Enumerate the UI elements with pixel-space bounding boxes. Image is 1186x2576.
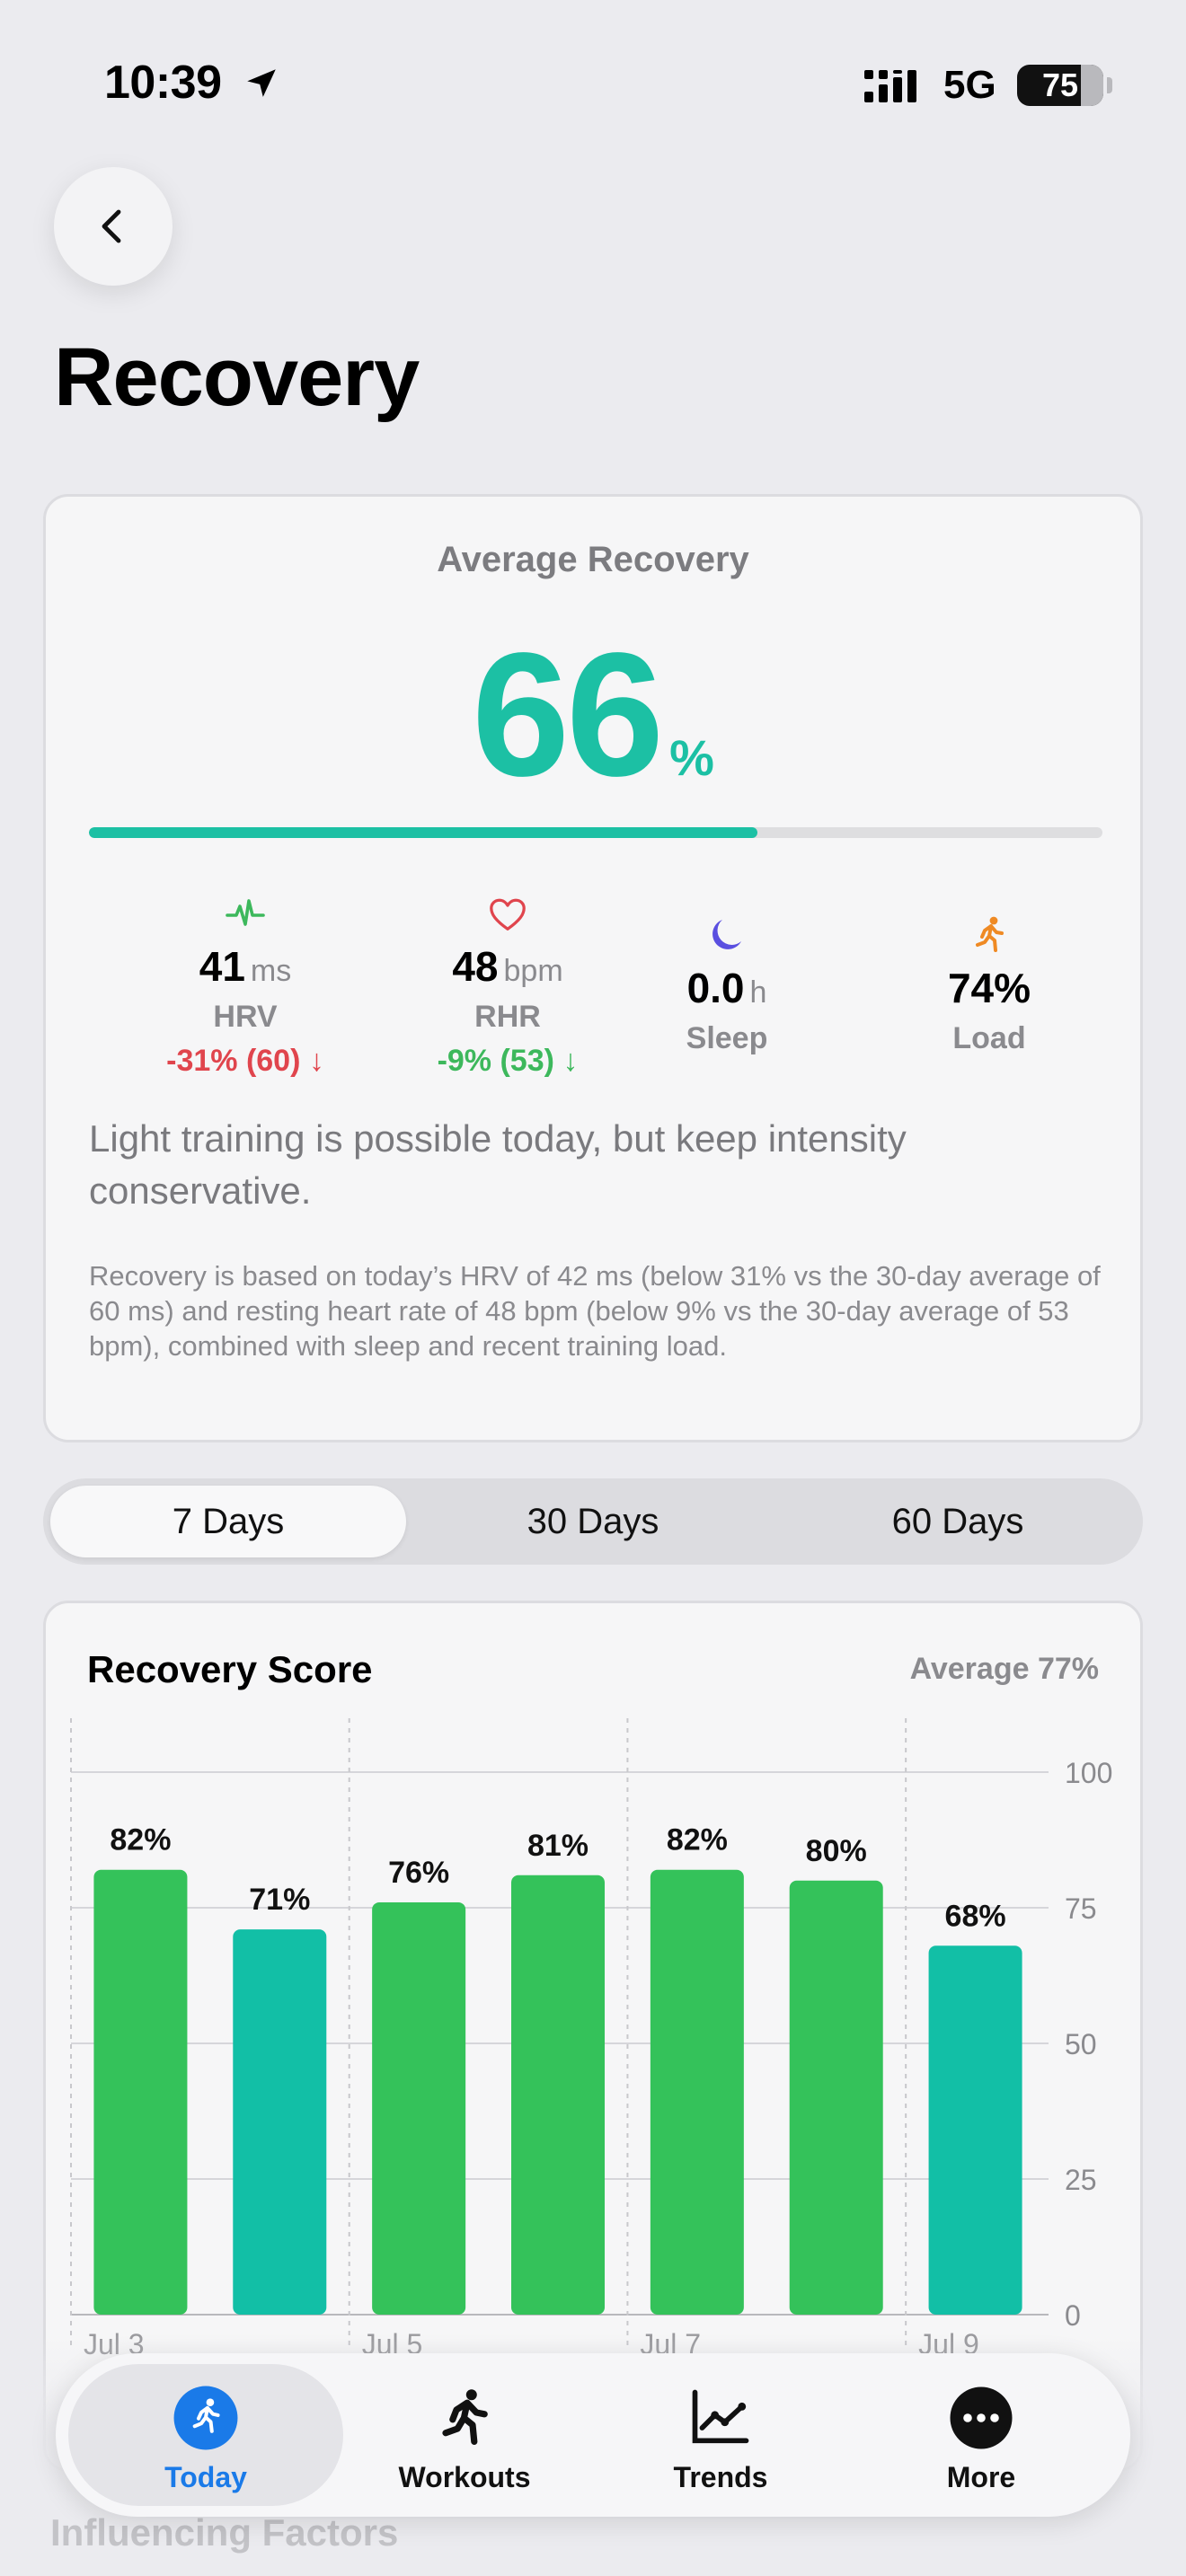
- bar: [511, 1875, 605, 2315]
- tab-workouts[interactable]: Workouts: [361, 2364, 568, 2506]
- tab-bar: Today Workouts Trends More: [56, 2353, 1130, 2517]
- tab-more-label: More: [946, 2461, 1016, 2493]
- trend-chart-icon: [692, 2389, 749, 2444]
- hrv-label: HRV: [213, 1000, 278, 1034]
- more-icon: [950, 2386, 1013, 2449]
- bar-value-label: 82%: [667, 1823, 728, 1857]
- status-time: 10:39: [104, 57, 222, 109]
- back-button[interactable]: [54, 167, 173, 286]
- tab-today-label: Today: [164, 2461, 247, 2493]
- rhr-value: 48: [452, 943, 499, 990]
- bar: [928, 1945, 1022, 2315]
- average-recovery-card: Average Recovery 66% 41 ms HRV -31% (60) …: [43, 494, 1143, 1442]
- sleep-label: Sleep: [686, 1021, 768, 1055]
- location-arrow-icon: [247, 69, 276, 97]
- heartbeat-icon: [226, 899, 265, 926]
- bar: [233, 1929, 327, 2315]
- recovery-explanation: Recovery is based on today’s HRV of 42 m…: [89, 1260, 1101, 1362]
- battery-icon: 75: [1017, 65, 1103, 106]
- sleep-value: 0.0: [686, 965, 745, 1011]
- tab-60-days[interactable]: 60 Days: [780, 1486, 1136, 1557]
- network-label: 5G: [943, 63, 996, 107]
- hrv-unit: ms: [250, 954, 292, 988]
- signal-icon: [864, 70, 916, 102]
- metric-sleep: 0.0 h Sleep: [610, 906, 844, 1056]
- page-title: Recovery: [54, 331, 420, 423]
- tab-7-days[interactable]: 7 Days: [50, 1486, 406, 1557]
- bar-value-label: 71%: [249, 1883, 310, 1917]
- recovery-unit: %: [669, 729, 714, 786]
- chevron-left-icon: [102, 209, 121, 243]
- recovery-bar-chart: 0255075100Jul 3Jul 5Jul 7Jul 982%71%76%8…: [70, 1718, 1112, 2360]
- recovery-progress-fill: [89, 827, 758, 838]
- y-tick-label: 0: [1065, 2299, 1081, 2332]
- tab-workouts-label: Workouts: [398, 2461, 531, 2493]
- hrv-delta: -31% (60) ↓: [166, 1044, 324, 1078]
- tab-30-days[interactable]: 30 Days: [415, 1486, 771, 1557]
- metric-hrv: 41 ms HRV -31% (60) ↓: [128, 885, 362, 1079]
- rhr-label: RHR: [474, 1000, 541, 1034]
- metric-load: 74% Load: [872, 906, 1106, 1056]
- load-value: 74%: [947, 965, 1031, 1011]
- influencing-factors-heading: Influencing Factors: [50, 2511, 399, 2554]
- metric-rhr: 48 bpm RHR -9% (53) ↓: [391, 885, 624, 1079]
- tab-today[interactable]: Today: [68, 2364, 343, 2506]
- bar-value-label: 68%: [945, 1899, 1006, 1933]
- tab-more[interactable]: More: [882, 2364, 1080, 2506]
- status-bar: 10:39 5G 75: [0, 0, 1186, 171]
- bar: [372, 1901, 466, 2315]
- bar: [789, 1880, 883, 2315]
- y-tick-label: 100: [1065, 1757, 1112, 1789]
- y-tick-label: 50: [1065, 2028, 1097, 2060]
- battery-cap: [1107, 77, 1112, 93]
- bar-value-label: 80%: [806, 1834, 867, 1868]
- battery-level: 75: [1041, 66, 1079, 103]
- bar-value-label: 76%: [388, 1856, 449, 1890]
- heart-icon: [490, 898, 526, 931]
- y-tick-label: 25: [1065, 2164, 1097, 2196]
- running-icon: [173, 2386, 238, 2450]
- rhr-unit: bpm: [503, 954, 563, 988]
- bar: [93, 1869, 188, 2315]
- tab-trends[interactable]: Trends: [622, 2364, 819, 2506]
- recovery-progress-bar: [89, 827, 1102, 838]
- hrv-value: 41: [199, 943, 245, 990]
- average-recovery-label: Average Recovery: [437, 540, 749, 579]
- running-icon: [976, 916, 1004, 952]
- bar-value-label: 81%: [527, 1829, 589, 1863]
- load-label: Load: [952, 1021, 1026, 1055]
- range-segmented-control: 7 Days 30 Days 60 Days: [43, 1478, 1143, 1565]
- rhr-delta: -9% (53) ↓: [437, 1044, 579, 1078]
- y-tick-label: 75: [1065, 1892, 1097, 1925]
- bar-value-label: 82%: [110, 1823, 171, 1857]
- average-recovery-value: 66%: [46, 613, 1140, 816]
- recovery-headline: Light training is possible today, but ke…: [89, 1117, 907, 1212]
- tab-trends-label: Trends: [673, 2461, 768, 2493]
- moon-icon: [712, 920, 741, 949]
- recovery-number: 66: [472, 616, 664, 813]
- sleep-unit: h: [749, 975, 767, 1010]
- running-person-icon: [442, 2389, 488, 2445]
- bar: [650, 1869, 744, 2315]
